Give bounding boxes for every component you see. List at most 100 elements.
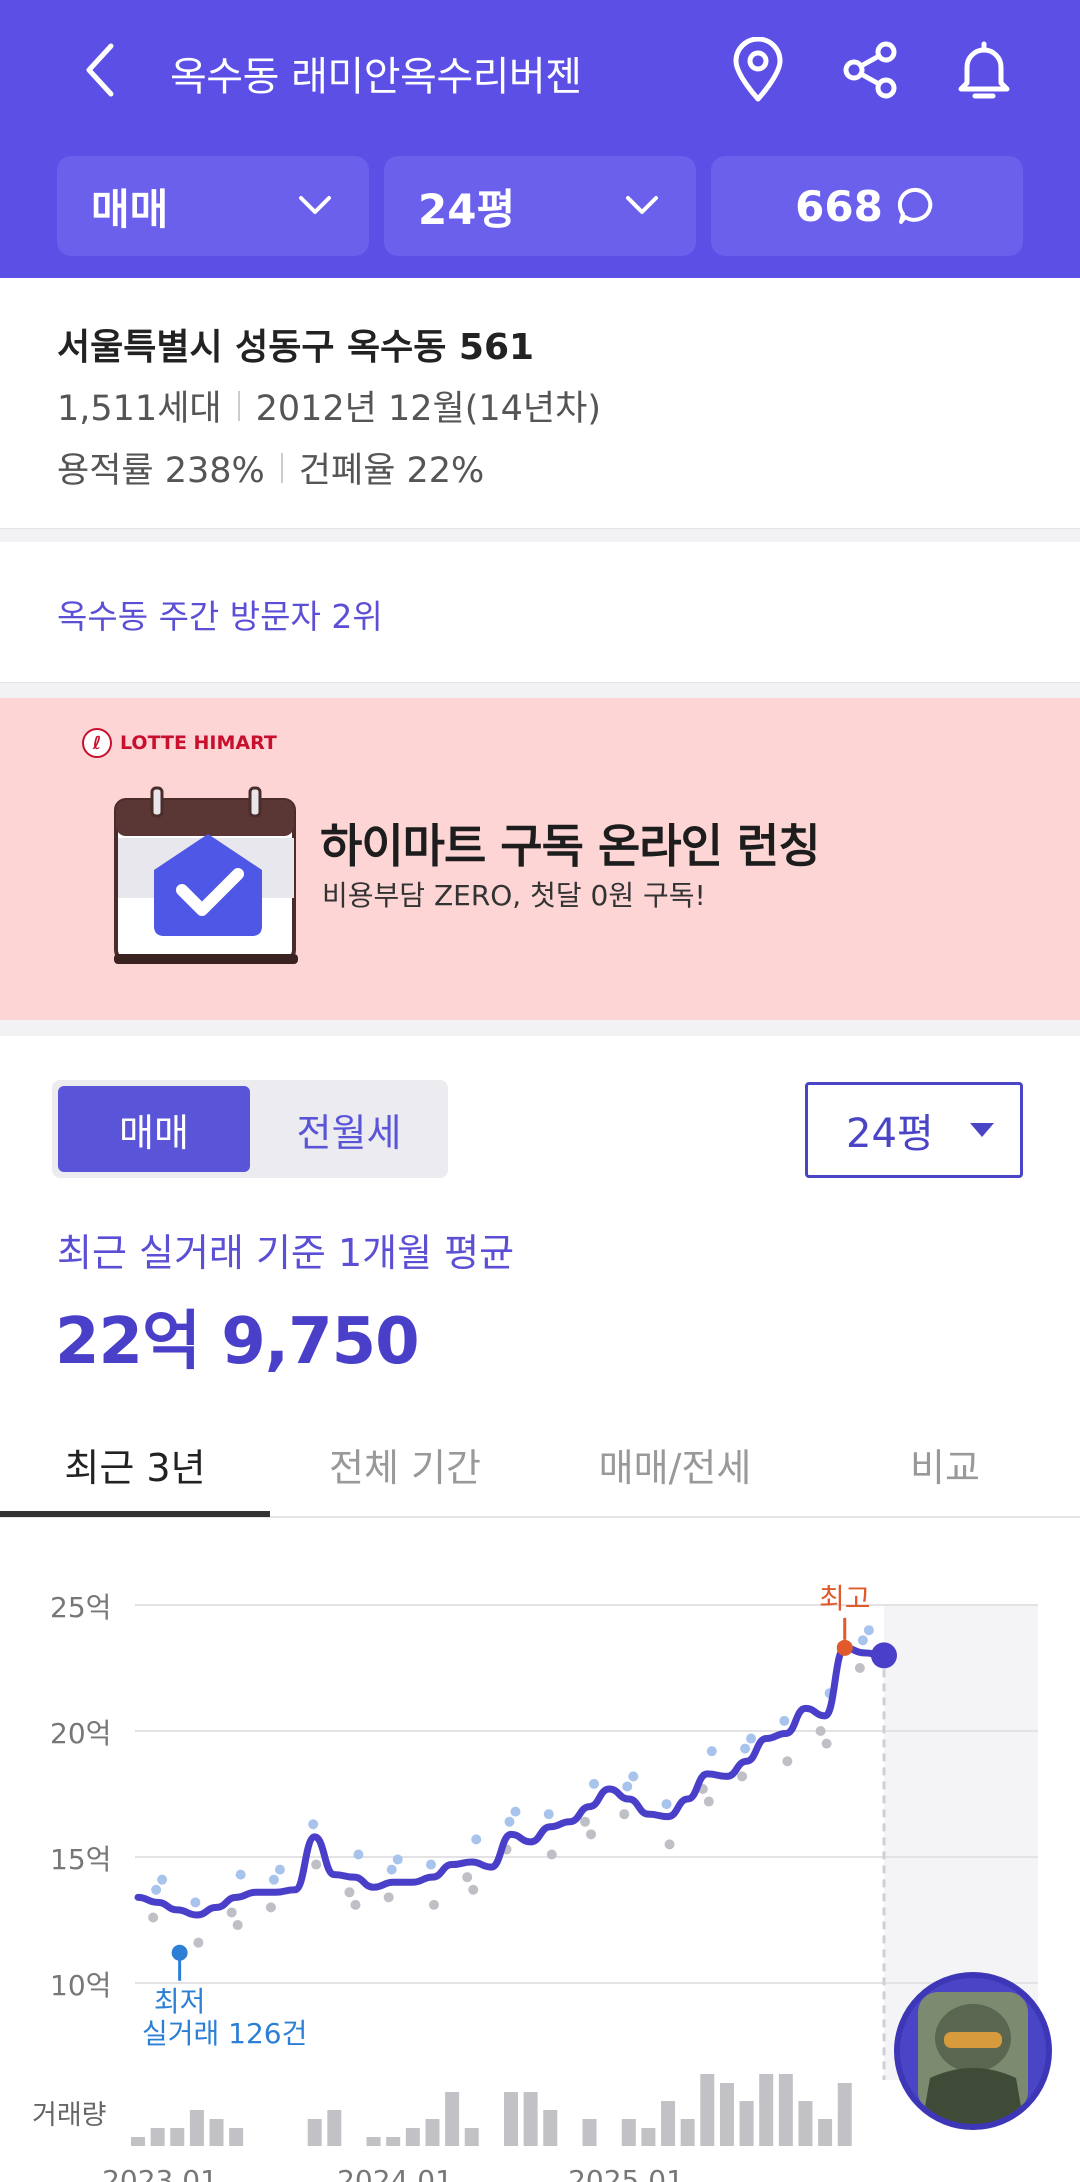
chevron-down-icon	[626, 196, 658, 214]
volume-bar	[307, 2119, 322, 2146]
trade-dot	[383, 1892, 394, 1903]
size-select-label: 24평	[846, 1111, 934, 1157]
volume-bar	[837, 2083, 852, 2146]
volume-label: 거래량	[32, 2100, 107, 2131]
notification-button[interactable]	[948, 34, 1020, 106]
avg-price-label: 최근 실거래 기준 1개월 평균	[57, 1231, 515, 1275]
y-tick-label: 20억	[50, 1717, 111, 1750]
trade-dot	[311, 1859, 322, 1870]
trade-dot	[746, 1733, 757, 1744]
filter-bar: 매매 24평 668	[0, 156, 1080, 256]
trade-dot	[386, 1864, 397, 1875]
volume-bar	[209, 2119, 224, 2146]
trade-dot	[148, 1912, 159, 1923]
bell-icon	[958, 41, 1010, 99]
volume-bar	[759, 2074, 774, 2146]
trade-dot	[821, 1738, 832, 1749]
deal-type-dropdown[interactable]: 매매	[57, 156, 369, 256]
trade-dot	[510, 1806, 521, 1817]
map-pin-icon	[733, 37, 783, 102]
avatar	[900, 1978, 1046, 2124]
trade-dot	[580, 1816, 591, 1827]
comment-count: 668	[795, 181, 883, 231]
volume-bar	[327, 2110, 342, 2146]
tab-recent-3y[interactable]: 최근 3년	[0, 1410, 270, 1518]
trade-dot	[589, 1778, 600, 1789]
trade-dot	[628, 1771, 639, 1782]
trade-dot	[782, 1756, 793, 1767]
tab-all-period[interactable]: 전체 기간	[270, 1410, 540, 1518]
divider	[237, 390, 240, 421]
trade-dot	[350, 1899, 361, 1910]
volume-bar	[131, 2137, 145, 2146]
caret-down-icon	[970, 1123, 994, 1137]
meta-row-2: 용적률 238% 건폐율 22%	[57, 442, 484, 493]
chat-bubble-icon	[897, 187, 933, 224]
share-icon	[843, 41, 897, 99]
trade-dot	[425, 1859, 436, 1870]
ad-subtitle: 비용부담 ZERO, 첫달 0원 구독!	[322, 879, 706, 912]
share-button[interactable]	[834, 34, 906, 106]
ad-title: 하이마트 구독 온라인 런칭	[320, 819, 821, 873]
low-label: 최저	[154, 1985, 206, 2018]
tab-rent[interactable]: 전월세	[256, 1086, 442, 1172]
trade-dot	[235, 1869, 246, 1880]
tab-compare[interactable]: 비교	[810, 1410, 1080, 1518]
size-dropdown[interactable]: 24평	[384, 156, 696, 256]
trade-dot	[157, 1874, 168, 1885]
volume-bar	[386, 2137, 401, 2146]
ad-brand: ℓ LOTTE HIMART	[82, 728, 277, 758]
price-line	[134, 1644, 888, 1919]
tab-sale-vs-jeonse[interactable]: 매매/전세	[540, 1410, 810, 1518]
trade-dot	[622, 1781, 633, 1792]
volume-bar	[366, 2137, 381, 2146]
x-tick-label: 2024.01	[337, 2164, 453, 2182]
visitor-rank-text: 옥수동 주간 방문자 2위	[57, 597, 383, 636]
section-divider	[0, 1020, 1080, 1036]
trade-dot	[274, 1864, 285, 1875]
trade-dot	[857, 1635, 868, 1646]
deal-type-label: 매매	[91, 184, 169, 234]
volume-bar	[523, 2092, 538, 2146]
back-button[interactable]	[70, 36, 130, 104]
comments-button[interactable]: 668	[711, 156, 1023, 256]
trade-dot	[392, 1854, 403, 1865]
trade-dot	[344, 1887, 355, 1898]
avg-price-value: 22억 9,750	[55, 1305, 420, 1379]
volume-bar	[445, 2092, 460, 2146]
active-tab-indicator	[0, 1511, 270, 1517]
trade-dot	[353, 1849, 364, 1860]
top-bar: 옥수동 래미안옥수리버젠	[0, 0, 1080, 140]
section-divider	[0, 528, 1080, 542]
volume-bar	[543, 2110, 558, 2146]
tab-sale[interactable]: 매매	[58, 1086, 250, 1172]
volume-bar	[504, 2092, 518, 2146]
volume-bar	[425, 2119, 440, 2146]
trade-dot	[428, 1899, 439, 1910]
trade-dot	[740, 1743, 751, 1754]
trade-dot	[779, 1715, 790, 1726]
trade-dot	[854, 1663, 865, 1673]
volume-bar	[229, 2128, 244, 2146]
visitor-rank-banner[interactable]: 옥수동 주간 방문자 2위	[0, 542, 1080, 682]
volume-bar	[700, 2074, 715, 2146]
address: 서울특별시 성동구 옥수동 561	[57, 327, 535, 368]
back-arrow-icon	[86, 43, 114, 97]
meta-row-1: 1,511세대 2012년 12월(14년차)	[57, 380, 601, 431]
avatar-button[interactable]	[894, 1972, 1052, 2130]
size-select[interactable]: 24평	[805, 1082, 1023, 1178]
volume-bar	[641, 2128, 656, 2146]
trade-dot	[232, 1920, 243, 1931]
trade-dot	[308, 1819, 319, 1830]
current-price-point	[871, 1642, 897, 1669]
building-coverage-ratio: 건폐율 22%	[298, 451, 485, 491]
trade-dot	[462, 1872, 473, 1883]
ad-banner[interactable]: ℓ LOTTE HIMART 하이마트 구독 온라인 런칭 비용부담 ZERO,…	[0, 698, 1080, 1020]
volume-bar	[798, 2101, 813, 2146]
volume-bar	[739, 2101, 754, 2146]
trade-dot	[546, 1849, 557, 1860]
trade-dot	[703, 1796, 714, 1807]
volume-bar	[680, 2119, 695, 2146]
map-pin-button[interactable]	[722, 34, 794, 106]
trade-dot	[471, 1834, 482, 1845]
